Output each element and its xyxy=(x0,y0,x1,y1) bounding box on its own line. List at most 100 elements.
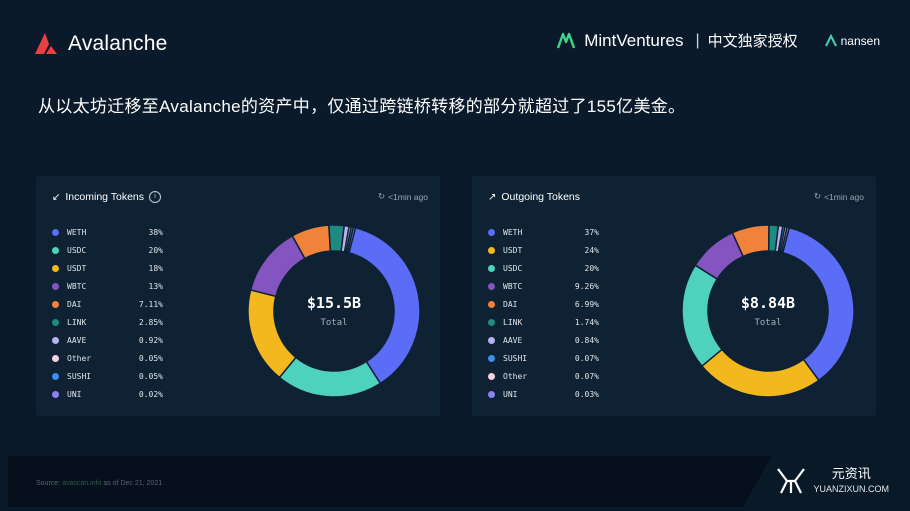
legend-swatch xyxy=(488,318,495,326)
legend-swatch xyxy=(52,372,59,380)
outgoing-tokens-card: ↗ Outgoing Tokens ↻ <1min ago WETH 37% USD… xyxy=(472,176,876,416)
legend-swatch xyxy=(52,318,59,326)
legend-token: WETH xyxy=(67,227,87,237)
legend-pct: 13% xyxy=(148,281,163,291)
outgoing-legend: WETH 37% USDT 24% USDC 20% WBTC 9.26% DAI 6.99% LI… xyxy=(488,223,599,403)
legend-pct: 1.74% xyxy=(574,317,599,327)
legend-token: AAVE xyxy=(67,335,87,345)
arrow-up-right-icon: ↗ xyxy=(488,191,497,203)
legend-row: Other 0.05% xyxy=(52,349,163,367)
legend-pct: 0.07% xyxy=(574,353,599,363)
legend-row: USDC 20% xyxy=(52,241,163,259)
legend-pct: 0.05% xyxy=(138,371,163,381)
source-note: Source: avascan.info as of Dec 21, 2021 xyxy=(36,480,162,487)
yuanzixun-logo-icon xyxy=(777,468,805,494)
watermark-en: YUANZIXUN.COM xyxy=(813,484,889,494)
legend-row: WBTC 9.26% xyxy=(488,277,599,295)
legend-row: WBTC 13% xyxy=(52,277,163,295)
legend-row: SUSHI 0.07% xyxy=(488,349,599,367)
arrow-down-left-icon: ↙ xyxy=(52,191,61,203)
legend-row: USDT 24% xyxy=(488,241,599,259)
legend-pct: 20% xyxy=(584,263,599,273)
outgoing-total-value: $8.84B xyxy=(740,294,796,312)
mint-ventures-icon xyxy=(557,32,576,48)
legend-pct: 0.05% xyxy=(138,353,163,363)
incoming-tokens-card: ↙ Incoming Tokens i ↻ <1min ago WETH 38% U… xyxy=(36,176,440,416)
donut-slice-usdc[interactable] xyxy=(681,264,723,368)
legend-token: UNI xyxy=(67,389,82,399)
legend-swatch xyxy=(52,264,59,272)
legend-row: SUSHI 0.05% xyxy=(52,367,163,385)
outgoing-total-label: Total xyxy=(754,318,782,328)
legend-token: DAI xyxy=(67,299,82,309)
legend-row: DAI 6.99% xyxy=(488,295,599,313)
legend-row: LINK 1.74% xyxy=(488,313,599,331)
partner-name: MintVentures xyxy=(584,30,684,50)
legend-pct: 6.99% xyxy=(574,299,599,309)
legend-pct: 0.03% xyxy=(574,389,599,399)
legend-swatch xyxy=(52,282,59,290)
incoming-title-text: Incoming Tokens xyxy=(65,191,144,203)
legend-token: USDT xyxy=(67,263,87,273)
legend-token: AAVE xyxy=(503,335,523,345)
partner-header: MintVentures | 中文独家授权 nansen xyxy=(556,30,880,51)
legend-token: UNI xyxy=(503,389,518,399)
legend-pct: 24% xyxy=(584,245,599,255)
legend-token: USDC xyxy=(67,245,87,255)
legend-token: SUSHI xyxy=(67,371,92,381)
legend-row: UNI 0.02% xyxy=(52,385,163,403)
source-link[interactable]: avascan.info xyxy=(62,480,101,487)
legend-row: UNI 0.03% xyxy=(488,385,599,403)
outgoing-updated-text: <1min ago xyxy=(824,191,864,202)
info-icon[interactable]: i xyxy=(149,191,161,203)
legend-pct: 18% xyxy=(148,263,163,273)
donut-slice-usdc[interactable] xyxy=(278,356,382,398)
incoming-title: ↙ Incoming Tokens i xyxy=(52,191,161,203)
legend-swatch xyxy=(488,372,495,380)
legend-swatch xyxy=(52,390,59,398)
donut-slice-usdt[interactable] xyxy=(700,348,820,398)
incoming-updated: ↻ <1min ago xyxy=(378,191,428,202)
legend-swatch xyxy=(52,228,59,236)
legend-pct: 0.07% xyxy=(574,371,599,381)
legend-token: WETH xyxy=(503,227,523,237)
legend-token: USDC xyxy=(503,263,523,273)
legend-token: WBTC xyxy=(503,281,523,291)
legend-token: WBTC xyxy=(67,281,87,291)
footer: Source: avascan.info as of Dec 21, 2021 … xyxy=(8,456,903,507)
legend-token: DAI xyxy=(503,299,518,309)
avalanche-logo: Avalanche xyxy=(34,32,168,56)
legend-token: LINK xyxy=(503,317,523,327)
legend-swatch xyxy=(52,336,59,344)
legend-pct: 37% xyxy=(584,227,599,237)
legend-swatch xyxy=(488,264,495,272)
outgoing-title-text: Outgoing Tokens xyxy=(501,191,581,203)
legend-row: USDT 18% xyxy=(52,259,163,277)
license-text: 中文独家授权 xyxy=(707,33,798,50)
watermark-cn: 元资讯 xyxy=(831,466,871,481)
source-suffix: as of Dec 21, 2021 xyxy=(103,480,163,487)
incoming-total-value: $15.5B xyxy=(306,294,362,312)
legend-swatch xyxy=(488,390,495,398)
legend-pct: 0.84% xyxy=(574,335,599,345)
avalanche-icon xyxy=(35,33,57,54)
incoming-updated-text: <1min ago xyxy=(388,191,428,202)
legend-swatch xyxy=(52,300,59,308)
legend-row: Other 0.07% xyxy=(488,367,599,385)
legend-swatch xyxy=(52,246,59,254)
legend-row: USDC 20% xyxy=(488,259,599,277)
legend-swatch xyxy=(488,282,495,290)
legend-row: AAVE 0.84% xyxy=(488,331,599,349)
incoming-legend: WETH 38% USDC 20% USDT 18% WBTC 13% DAI 7.11% LINK… xyxy=(52,223,163,403)
legend-token: Other xyxy=(503,371,528,381)
legend-pct: 9.26% xyxy=(574,281,599,291)
legend-row: WETH 38% xyxy=(52,223,163,241)
legend-token: USDT xyxy=(503,245,523,255)
legend-token: Other xyxy=(67,353,92,363)
incoming-donut: $15.5B Total xyxy=(245,222,423,400)
legend-swatch xyxy=(488,354,495,362)
legend-swatch xyxy=(488,246,495,254)
legend-swatch xyxy=(488,228,495,236)
legend-token: LINK xyxy=(67,317,87,327)
legend-pct: 7.11% xyxy=(138,299,163,309)
